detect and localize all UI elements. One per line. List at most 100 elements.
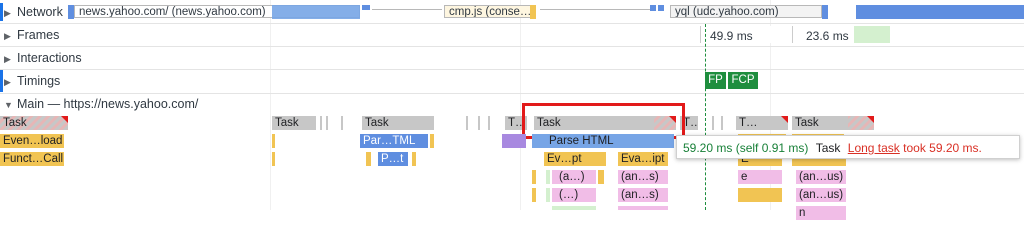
anonymous-call-bar[interactable]: (a…)	[552, 170, 596, 184]
event-label: e	[741, 171, 748, 183]
network-connector-line	[540, 9, 650, 10]
event-label: Par…TML	[363, 135, 416, 147]
network-connector-line	[372, 9, 442, 10]
event-sliver	[552, 206, 596, 210]
event-label: (an…s)	[621, 189, 659, 201]
frame-box[interactable]	[854, 26, 890, 43]
frame-duration-2: 23.6 ms	[806, 29, 849, 43]
event-sliver	[412, 152, 416, 166]
tooltip-task-name: Task	[815, 141, 841, 155]
anonymous-call-bar[interactable]: e	[738, 170, 782, 184]
track-timings[interactable]: ▶ Timings	[4, 74, 60, 88]
expand-triangle-icon[interactable]: ▶	[4, 29, 13, 43]
event-sliver	[366, 152, 371, 166]
network-request-download	[530, 5, 536, 19]
timing-marker-fp[interactable]: FP	[705, 72, 726, 89]
task-bar[interactable]: Task	[0, 116, 68, 130]
evaluate-script-bar[interactable]: Ev…pt	[544, 152, 606, 166]
event-label: (an…us)	[799, 189, 844, 201]
event-label: Parse HTML	[549, 135, 614, 147]
parse-html-bar[interactable]: Par…TML	[360, 134, 428, 148]
anonymous-call-bar[interactable]: (an…us)	[796, 188, 846, 202]
task-bar[interactable]: Task	[272, 116, 316, 130]
frame-duration-1: 49.9 ms	[710, 29, 753, 43]
event-sliver	[430, 134, 434, 148]
event-label: n	[799, 207, 806, 219]
event-label: (an…us)	[799, 171, 844, 183]
event-load-bar[interactable]: Even…load	[0, 134, 64, 148]
parse-html-bar[interactable]: Parse HTML	[532, 134, 674, 148]
event-label: Eva…ipt	[621, 153, 665, 165]
track-selection-indicator	[0, 3, 3, 21]
track-frames[interactable]: ▶ Frames	[4, 28, 59, 42]
event-sliver	[532, 170, 536, 184]
task-sliver	[326, 116, 328, 130]
network-request-ygl[interactable]: yql (udc.yahoo.com)	[670, 5, 822, 18]
task-sliver	[712, 116, 714, 130]
event-sliver	[598, 170, 604, 184]
tooltip-long-task-text: took 59.20 ms.	[899, 141, 982, 155]
tooltip-duration: 59.20 ms (self 0.91 ms)	[683, 141, 809, 155]
track-interactions-label: Interactions	[17, 51, 82, 65]
track-main-label: Main — https://news.yahoo.com/	[17, 97, 199, 111]
task-tooltip: 59.20 ms (self 0.91 ms) Task Long task t…	[676, 135, 1020, 159]
event-sliver	[272, 134, 275, 148]
track-separator	[0, 93, 1024, 94]
task-label: Task	[3, 117, 27, 129]
track-main[interactable]: ▼ Main — https://news.yahoo.com/	[4, 97, 198, 111]
network-request-bar[interactable]	[362, 5, 370, 10]
task-sliver	[478, 116, 480, 130]
network-request-cmp[interactable]: cmp.js (conse…	[444, 5, 536, 18]
task-bar[interactable]: Task	[792, 116, 874, 130]
task-bar[interactable]: T…	[736, 116, 788, 130]
task-sliver	[721, 116, 723, 130]
network-request-bar[interactable]	[658, 5, 664, 11]
anonymous-call-bar[interactable]: (…)	[552, 188, 596, 202]
event-label: Ev…pt	[547, 153, 582, 165]
task-bar[interactable]: Task	[362, 116, 434, 130]
track-separator	[0, 46, 1024, 47]
event-label: P…t	[381, 153, 404, 165]
network-request-label: cmp.js (conse…	[449, 6, 532, 18]
task-label: T…	[683, 117, 698, 129]
evaluate-script-bar[interactable]: Eva…ipt	[618, 152, 668, 166]
timing-dashed-line	[705, 24, 706, 210]
track-network-label: Network	[17, 5, 63, 19]
event-bar[interactable]	[738, 188, 782, 202]
track-selection-indicator	[0, 70, 3, 92]
expand-triangle-icon[interactable]: ▶	[4, 6, 13, 20]
network-request-label: news.yahoo.com/ (news.yahoo.com)	[79, 6, 266, 18]
network-request-bar[interactable]	[650, 5, 656, 11]
event-sliver	[618, 206, 668, 210]
track-separator	[0, 69, 1024, 70]
layout-bar[interactable]	[502, 134, 526, 148]
track-interactions[interactable]: ▶ Interactions	[4, 51, 82, 65]
network-request-bar[interactable]	[856, 5, 1024, 19]
track-network[interactable]: ▶ Network	[4, 5, 63, 19]
task-label: Task	[795, 117, 819, 129]
long-task-link[interactable]: Long task	[848, 141, 900, 155]
anonymous-call-bar[interactable]: n	[796, 206, 846, 220]
task-sliver	[466, 116, 468, 130]
expand-triangle-icon[interactable]: ▶	[4, 52, 13, 66]
event-sliver	[546, 170, 550, 184]
anonymous-call-bar[interactable]: (an…s)	[618, 170, 668, 184]
event-label: (an…s)	[621, 171, 659, 183]
task-label: Task	[275, 117, 299, 129]
task-sliver	[341, 116, 343, 130]
event-label: Even…load	[3, 135, 63, 147]
event-label: Funct…Call	[3, 153, 64, 165]
timing-marker-fcp[interactable]: FCP	[728, 72, 758, 89]
function-call-bar[interactable]: Funct…Call	[0, 152, 64, 166]
track-timings-label: Timings	[17, 74, 61, 88]
parse-bar[interactable]: P…t	[378, 152, 408, 166]
network-request-bar[interactable]	[822, 5, 828, 19]
network-request-download	[272, 5, 360, 19]
expand-triangle-icon[interactable]: ▶	[4, 75, 13, 89]
task-sliver	[488, 116, 490, 130]
collapse-triangle-icon[interactable]: ▼	[4, 98, 13, 112]
task-label: Task	[365, 117, 389, 129]
track-frames-label: Frames	[17, 28, 60, 42]
anonymous-call-bar[interactable]: (an…s)	[618, 188, 668, 202]
anonymous-call-bar[interactable]: (an…us)	[796, 170, 846, 184]
